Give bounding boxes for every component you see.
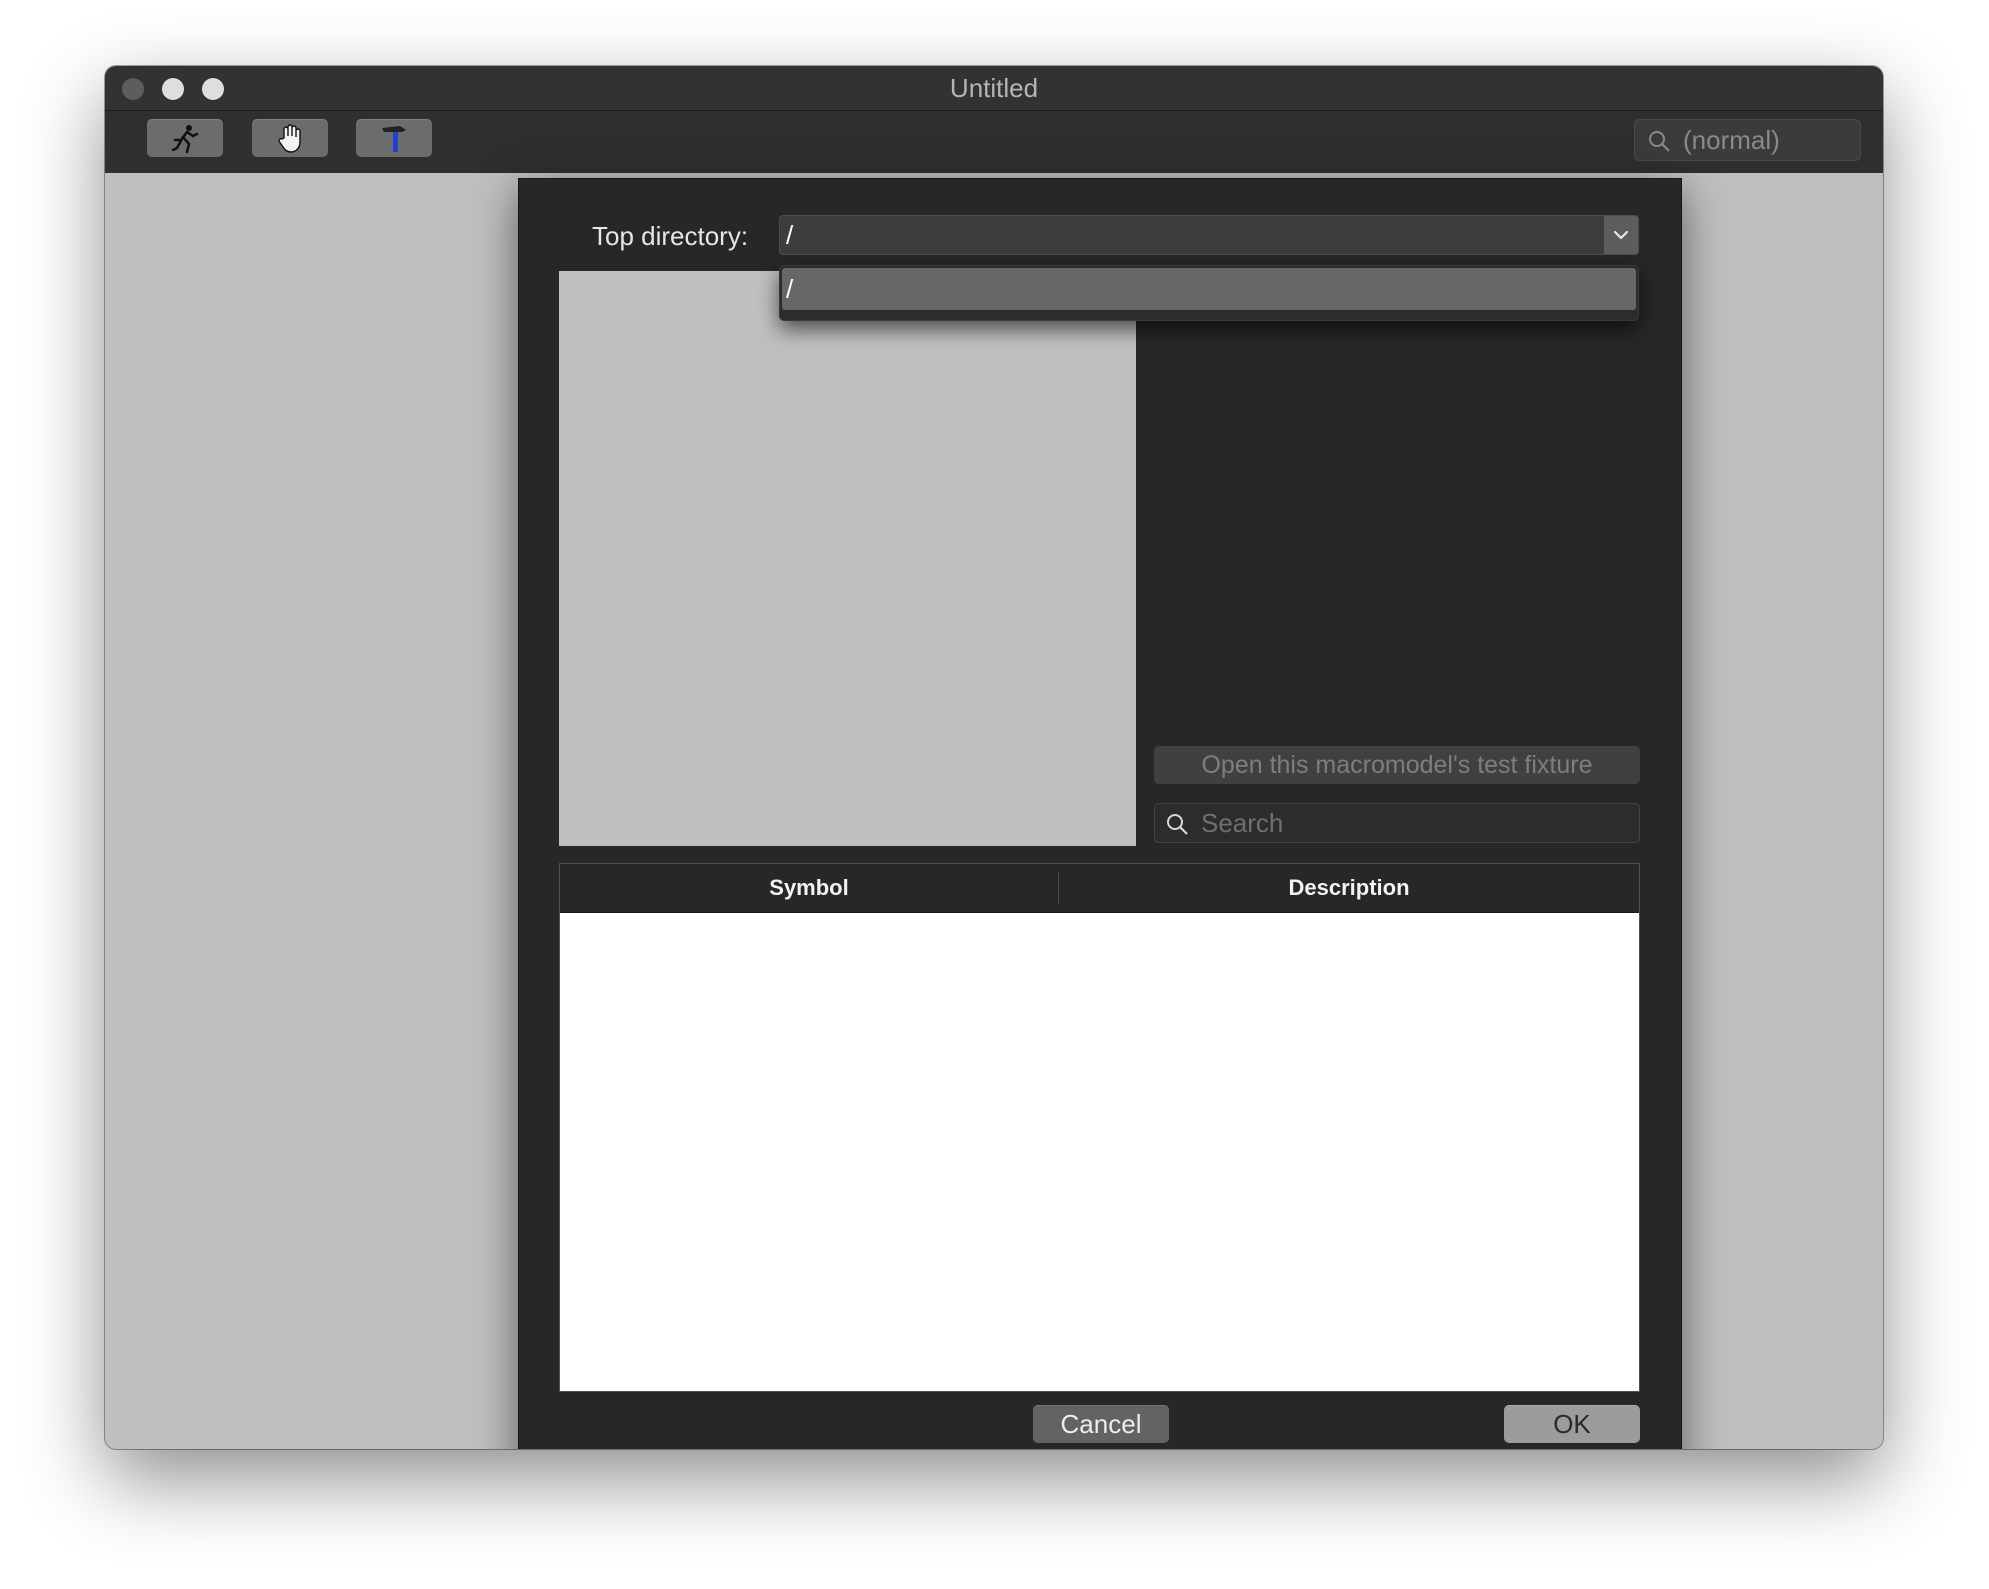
symbol-preview-pane [559, 271, 1136, 846]
macromodel-dialog: Top directory: / / Open this macromodel'… [518, 178, 1682, 1449]
search-icon [1167, 814, 1188, 835]
build-tool-button[interactable] [356, 119, 432, 157]
hammer-icon [382, 126, 406, 152]
cancel-button[interactable]: Cancel [1033, 1405, 1169, 1443]
combobox-dropdown-button[interactable] [1604, 216, 1638, 254]
search-placeholder: Search [1201, 808, 1284, 838]
running-man-icon [171, 125, 199, 154]
app-window: Untitled (normal) Top directory: / / Ope… [105, 66, 1883, 1449]
toolbar: (normal) [105, 111, 1883, 173]
table-header: Symbol Description [560, 864, 1639, 913]
symbol-search-input[interactable]: Search [1154, 803, 1640, 843]
toolbar-search-text: (normal) [1683, 125, 1780, 155]
dropdown-option[interactable]: / [782, 268, 1636, 310]
toolbar-search-field[interactable]: (normal) [1634, 119, 1861, 161]
run-tool-button[interactable] [147, 119, 223, 157]
column-header-description[interactable]: Description [1059, 864, 1639, 912]
ok-button[interactable]: OK [1504, 1405, 1640, 1443]
dropdown-option-label: / [786, 274, 794, 304]
top-directory-combobox[interactable]: / [779, 215, 1639, 255]
symbol-table[interactable]: Symbol Description [559, 863, 1640, 1392]
top-directory-dropdown-list: / [779, 265, 1639, 321]
window-title: Untitled [949, 73, 1039, 103]
hand-icon [278, 124, 301, 153]
open-test-fixture-button[interactable]: Open this macromodel's test fixture [1154, 746, 1640, 784]
top-directory-label: Top directory: [592, 221, 749, 251]
hand-tool-button[interactable] [252, 119, 328, 157]
top-directory-value: / [786, 220, 794, 250]
chevron-down-icon [1613, 230, 1629, 240]
column-header-symbol[interactable]: Symbol [560, 864, 1058, 912]
search-icon [1649, 131, 1670, 152]
title-bar[interactable]: Untitled [105, 66, 1883, 111]
